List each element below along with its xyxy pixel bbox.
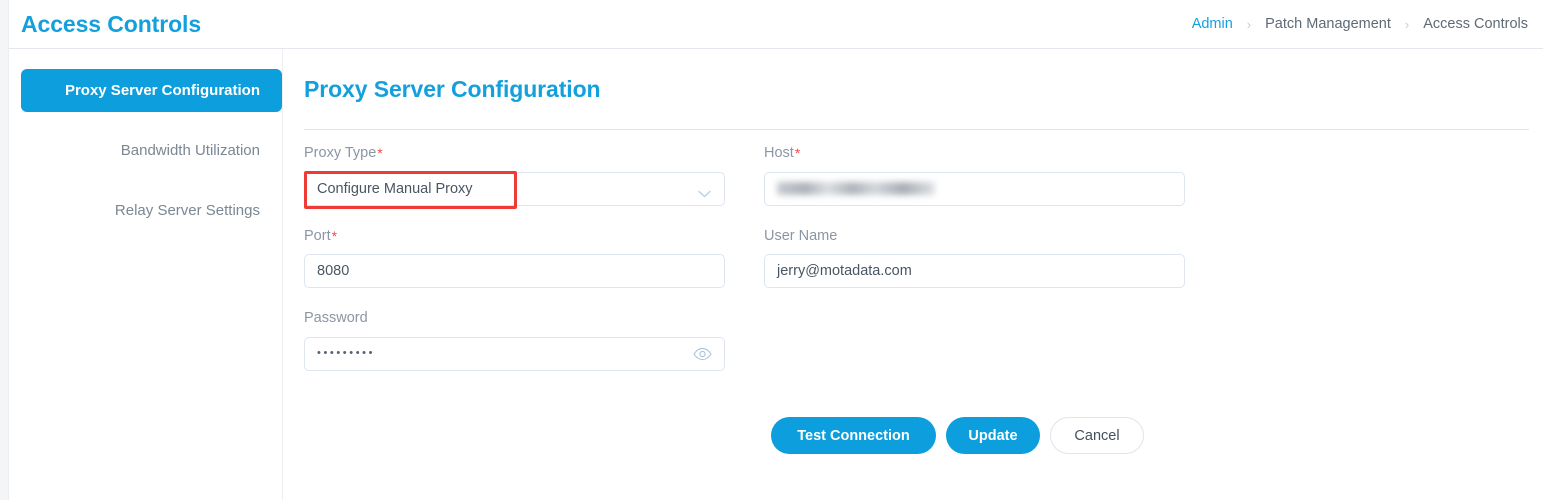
access-controls-page: Access Controls Admin › Patch Management… [0,0,1543,500]
eye-icon[interactable] [693,347,712,361]
chevron-down-icon [698,185,711,197]
breadcrumb-separator-icon: › [1404,16,1410,32]
sidebar-item-label: Bandwidth Utilization [120,142,260,159]
sidebar-item-relay-server-settings[interactable]: Relay Server Settings [21,189,282,232]
form-actions: Test Connection Update Cancel [771,417,1144,454]
field-host: Host* [764,146,1185,206]
form-row: Password ••••••••• [304,311,1529,371]
required-asterisk: * [377,145,383,162]
page-title: Access Controls [21,10,202,37]
proxy-type-label: Proxy Type* [304,145,383,162]
port-value: 8080 [317,263,350,280]
breadcrumb-separator-icon: › [1246,16,1252,32]
user-name-input[interactable]: jerry@motadata.com [764,254,1185,289]
cancel-button[interactable]: Cancel [1050,417,1144,454]
user-name-value: jerry@motadata.com [777,263,912,280]
host-value-redacted [777,182,935,196]
password-value: ••••••••• [317,347,376,360]
row-spacer [304,288,1529,311]
breadcrumb-item-admin[interactable]: Admin [1192,16,1233,32]
required-asterisk: * [331,227,338,244]
left-rail-strip [0,0,9,500]
section-title: Proxy Server Configuration [304,76,601,102]
breadcrumb: Admin › Patch Management › Access Contro… [1192,16,1528,32]
sidebar-item-proxy-server-configuration[interactable]: Proxy Server Configuration [21,69,282,112]
host-input[interactable] [764,171,1185,206]
field-proxy-type: Proxy Type* Configure Manual Proxy [304,145,725,209]
field-password: Password ••••••••• [304,311,725,371]
breadcrumb-item-access-controls: Access Controls [1423,16,1528,32]
form-row: Port* 8080 User Name jerry@motadata.com [304,229,1529,289]
proxy-type-select[interactable]: Configure Manual Proxy [304,170,725,209]
sidebar-item-label: Proxy Server Configuration [64,82,260,99]
port-input[interactable]: 8080 [304,254,725,289]
test-connection-button[interactable]: Test Connection [771,417,936,454]
main-content-panel: Proxy Server Configuration Proxy Type* C… [284,49,1543,500]
field-port: Port* 8080 [304,229,725,289]
sidebar-item-label: Relay Server Settings [114,202,260,219]
proxy-configuration-form: Proxy Type* Configure Manual Proxy Host* [304,146,1529,371]
required-asterisk: * [794,145,801,162]
sidebar: Proxy Server Configuration Bandwidth Uti… [9,49,283,500]
row-spacer [304,206,1529,229]
breadcrumb-item-patch-management[interactable]: Patch Management [1265,16,1391,32]
section-divider [304,129,1529,131]
user-name-label: User Name [764,227,838,244]
proxy-type-value: Configure Manual Proxy [317,180,473,197]
form-row: Proxy Type* Configure Manual Proxy Host* [304,145,1529,209]
password-input[interactable]: ••••••••• [304,336,725,371]
password-label: Password [304,310,368,327]
field-user-name: User Name jerry@motadata.com [764,229,1185,289]
host-label: Host* [764,145,801,162]
sidebar-item-bandwidth-utilization[interactable]: Bandwidth Utilization [21,129,282,172]
update-button[interactable]: Update [946,417,1040,454]
top-header-bar: Access Controls Admin › Patch Management… [9,0,1543,49]
port-label: Port* [304,227,338,244]
